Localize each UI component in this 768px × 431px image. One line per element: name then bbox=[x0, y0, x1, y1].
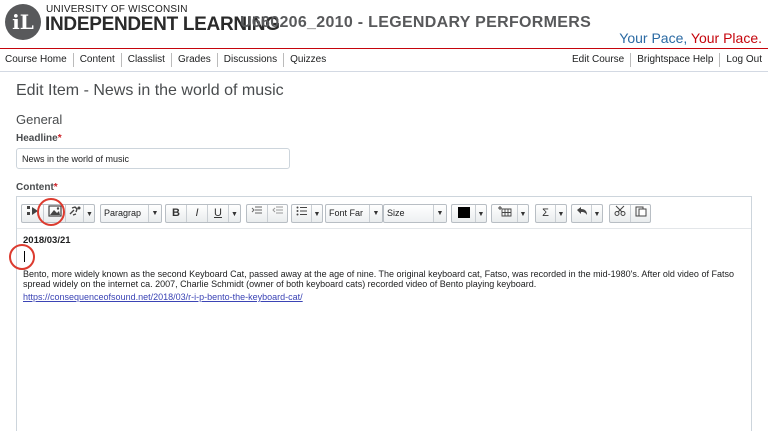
text-style-group: B I U ▼ bbox=[165, 204, 241, 223]
nav-edit-course[interactable]: Edit Course bbox=[572, 53, 632, 67]
course-title: U660206_2010 - LEGENDARY PERFORMERS bbox=[240, 14, 592, 31]
content-label-text: Content bbox=[16, 182, 54, 193]
chevron-down-icon: ▼ bbox=[593, 211, 601, 218]
text-color-group: ▼ bbox=[451, 204, 487, 223]
font-family-select[interactable]: Font Far ▼ bbox=[325, 204, 383, 223]
insert-table-button[interactable] bbox=[492, 205, 518, 222]
chevron-down-icon: ▼ bbox=[557, 211, 565, 218]
date-line: 2018/03/21 bbox=[23, 235, 71, 246]
chevron-down-icon: ▼ bbox=[86, 211, 93, 218]
required-asterisk: * bbox=[57, 133, 62, 144]
tagline: Your Pace, Your Place. bbox=[619, 30, 762, 46]
body-paragraph: Bento, more widely known as the second K… bbox=[23, 269, 734, 289]
image-icon bbox=[47, 205, 62, 217]
text-color-button[interactable] bbox=[452, 205, 476, 222]
link-icon bbox=[69, 206, 80, 216]
insert-stuff-button[interactable] bbox=[22, 205, 44, 222]
chevron-down-icon: ▼ bbox=[433, 205, 446, 222]
insert-stuff-icon bbox=[26, 206, 38, 215]
nav-classlist[interactable]: Classlist bbox=[122, 53, 172, 67]
chevron-down-icon: ▼ bbox=[477, 211, 485, 218]
nav-right-group: Edit Course Brightspace Help Log Out bbox=[572, 53, 762, 67]
content-label: Content* bbox=[16, 182, 58, 193]
headline-input[interactable] bbox=[16, 148, 290, 169]
text-cursor bbox=[24, 251, 25, 262]
insert-dropdown-arrow[interactable]: ▼ bbox=[84, 205, 95, 222]
nav-grades[interactable]: Grades bbox=[172, 53, 218, 67]
headline-label-text: Headline bbox=[16, 133, 58, 144]
equation-button[interactable]: Σ bbox=[536, 205, 556, 222]
chevron-down-icon: ▼ bbox=[519, 211, 527, 218]
nav-quizzes[interactable]: Quizzes bbox=[284, 53, 326, 67]
html-editor: ▼ Paragrap ▼ B I U ▼ ▼ Font Far ▼ Size ▼… bbox=[16, 196, 752, 431]
cut-button[interactable] bbox=[610, 205, 631, 222]
insert-image-button[interactable] bbox=[44, 205, 66, 222]
headline-label: Headline* bbox=[16, 133, 62, 144]
font-size-value: Size bbox=[387, 208, 405, 218]
outdent-button[interactable] bbox=[247, 205, 268, 222]
site-header: iL UNIVERSITY OF WISCONSIN INDEPENDENT L… bbox=[0, 0, 768, 48]
editor-toolbar: ▼ Paragrap ▼ B I U ▼ ▼ Font Far ▼ Size ▼… bbox=[17, 197, 751, 229]
article-link[interactable]: https://consequenceofsound.net/2018/03/r… bbox=[23, 292, 303, 302]
chevron-down-icon: ▼ bbox=[148, 205, 161, 222]
underline-button[interactable]: U bbox=[208, 205, 229, 222]
undo-button[interactable] bbox=[572, 205, 592, 222]
format-select-value: Paragrap bbox=[104, 208, 142, 218]
chevron-down-icon: ▼ bbox=[369, 205, 382, 222]
indent-icon bbox=[271, 206, 283, 214]
indent-button[interactable] bbox=[268, 205, 287, 222]
navbar: Course Home Content Classlist Grades Dis… bbox=[0, 48, 768, 72]
il-logo-icon[interactable]: iL bbox=[5, 4, 41, 40]
tagline-pace: Your Pace, bbox=[619, 30, 688, 46]
scissors-icon bbox=[614, 205, 626, 216]
undo-icon bbox=[576, 207, 587, 215]
undo-dropdown-arrow[interactable]: ▼ bbox=[592, 205, 602, 222]
style-dropdown-arrow[interactable]: ▼ bbox=[229, 205, 240, 222]
chevron-down-icon: ▼ bbox=[313, 211, 321, 218]
nav-course-home[interactable]: Course Home bbox=[5, 53, 74, 67]
nav-brightspace-help[interactable]: Brightspace Help bbox=[631, 53, 721, 67]
table-group: ▼ bbox=[491, 204, 529, 223]
font-size-select[interactable]: Size ▼ bbox=[383, 204, 447, 223]
undo-group: ▼ bbox=[571, 204, 603, 223]
equation-dropdown-arrow[interactable]: ▼ bbox=[556, 205, 566, 222]
required-asterisk: * bbox=[53, 182, 58, 193]
table-icon bbox=[497, 206, 511, 217]
list-button[interactable] bbox=[292, 205, 312, 222]
bullet-list-icon bbox=[296, 206, 307, 216]
equation-group: Σ ▼ bbox=[535, 204, 567, 223]
table-dropdown-arrow[interactable]: ▼ bbox=[518, 205, 528, 222]
insert-group: ▼ bbox=[21, 204, 95, 223]
chevron-down-icon: ▼ bbox=[231, 211, 238, 218]
bold-button[interactable]: B bbox=[166, 205, 187, 222]
paste-button[interactable] bbox=[631, 205, 650, 222]
page-title: Edit Item - News in the world of music bbox=[16, 82, 284, 99]
list-dropdown-arrow[interactable]: ▼ bbox=[312, 205, 322, 222]
color-swatch bbox=[457, 206, 470, 218]
tagline-place: Your Place. bbox=[690, 30, 762, 46]
insert-link-button[interactable] bbox=[66, 205, 84, 222]
outdent-icon bbox=[251, 206, 262, 214]
color-dropdown-arrow[interactable]: ▼ bbox=[476, 205, 486, 222]
font-family-value: Font Far bbox=[329, 208, 364, 218]
indent-group bbox=[246, 204, 288, 223]
section-title-general: General bbox=[16, 112, 63, 127]
nav-discussions[interactable]: Discussions bbox=[218, 53, 285, 67]
clipboard-group bbox=[609, 204, 651, 223]
nav-log-out[interactable]: Log Out bbox=[720, 53, 762, 67]
nav-content[interactable]: Content bbox=[74, 53, 122, 67]
format-select[interactable]: Paragrap ▼ bbox=[100, 204, 162, 223]
clipboard-icon bbox=[635, 206, 646, 217]
nav-left-group: Course Home Content Classlist Grades Dis… bbox=[5, 53, 326, 67]
list-group: ▼ bbox=[291, 204, 323, 223]
italic-button[interactable]: I bbox=[187, 205, 208, 222]
